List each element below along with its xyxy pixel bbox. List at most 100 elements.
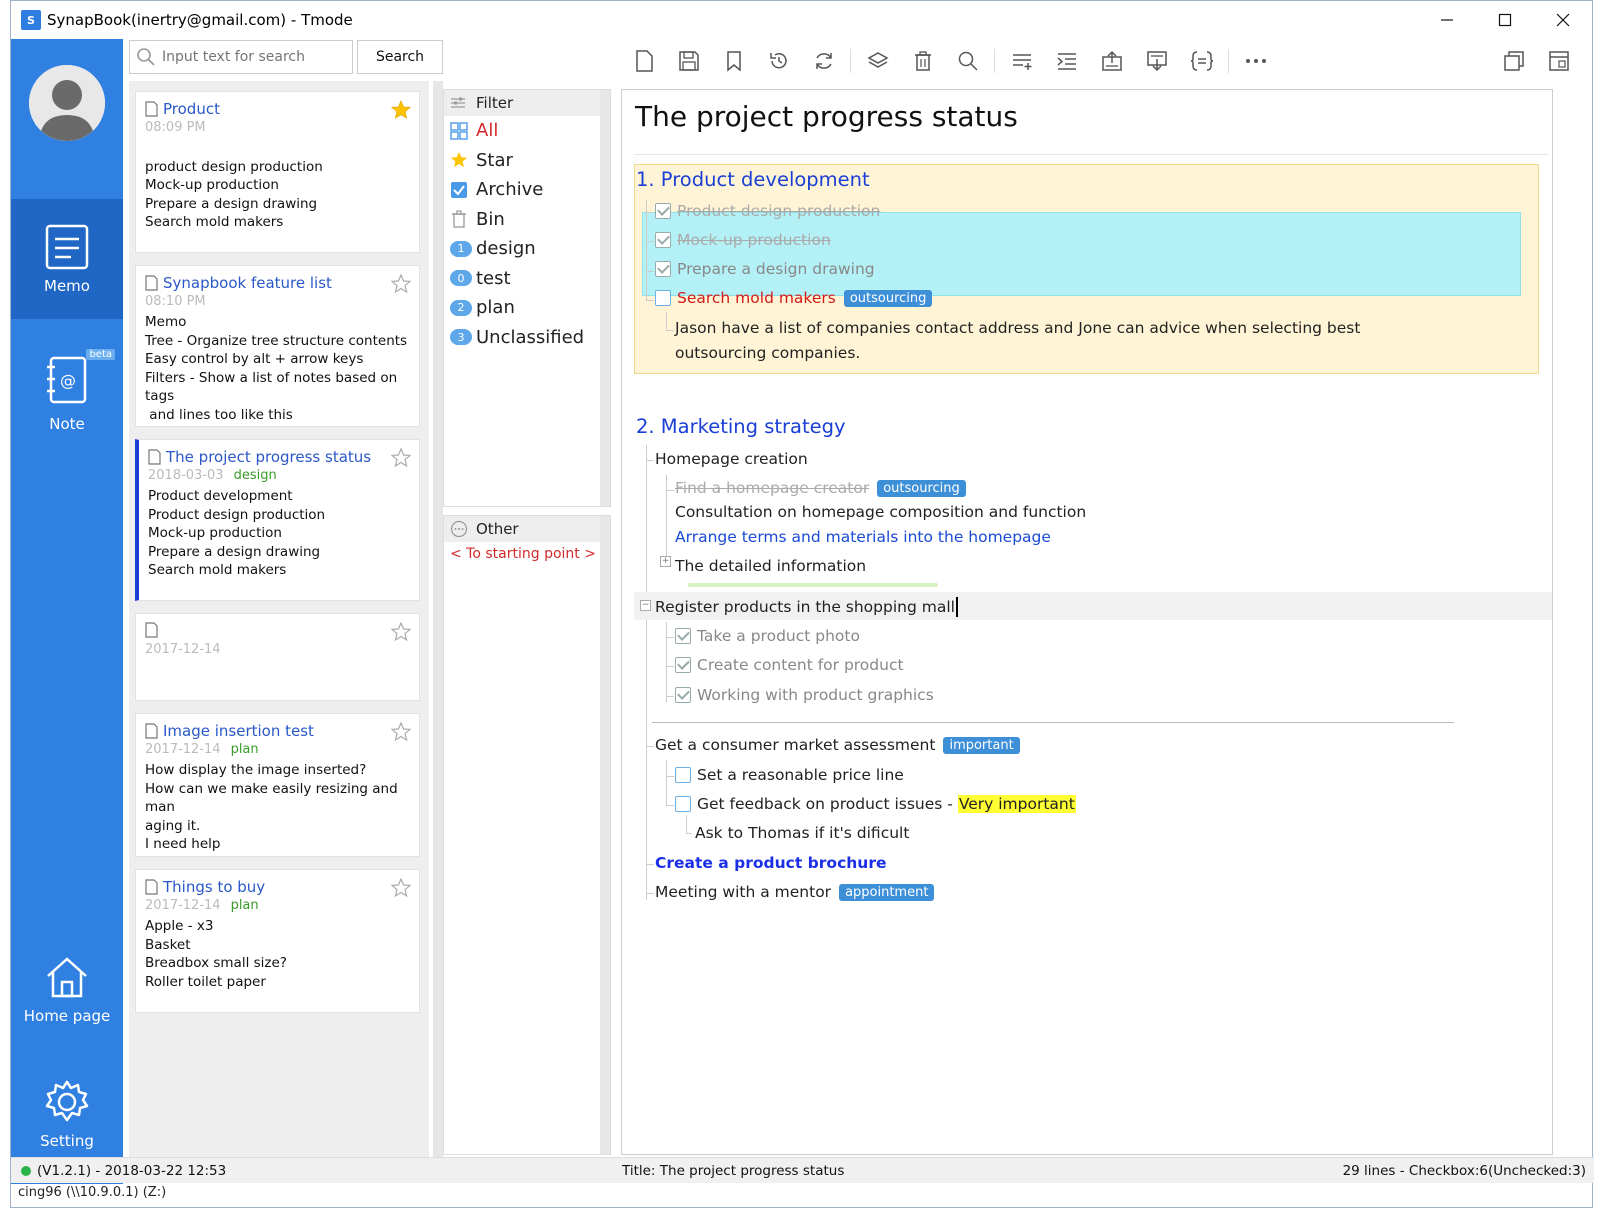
bookmark-button[interactable] xyxy=(711,43,756,79)
checkbox-unchecked[interactable] xyxy=(655,290,671,306)
editor-pane[interactable]: The project progress status 1. Product d… xyxy=(621,89,1553,1155)
checklist-item[interactable]: Take a product photo xyxy=(675,627,860,645)
list-item[interactable]: Create a product brochure xyxy=(655,854,886,872)
section-heading[interactable]: 2. Marketing strategy xyxy=(636,415,846,438)
checkbox-checked[interactable] xyxy=(655,232,671,248)
tree-line xyxy=(686,815,687,833)
starting-point-link[interactable]: < To starting point > xyxy=(444,542,610,566)
note-line[interactable]: outsourcing companies. xyxy=(675,344,860,362)
filter-tag-design[interactable]: 1 design xyxy=(444,234,610,264)
tree-line xyxy=(646,200,647,300)
memo-meta: 08:10 PM xyxy=(145,294,410,309)
close-button[interactable] xyxy=(1534,1,1592,39)
checklist-item[interactable]: Working with product graphics xyxy=(675,686,934,704)
code-block-button[interactable] xyxy=(1179,43,1224,79)
indent-button[interactable] xyxy=(1044,43,1089,79)
checklist-item[interactable]: Create content for product xyxy=(675,656,904,674)
checklist-item[interactable]: Search mold makers outsourcing xyxy=(655,289,933,307)
star-outline-icon[interactable] xyxy=(391,878,411,898)
nav-memo[interactable]: Memo xyxy=(11,199,123,319)
tag-badge[interactable]: appointment xyxy=(839,883,935,901)
checkbox-checked[interactable] xyxy=(675,657,691,673)
maximize-button[interactable] xyxy=(1476,1,1534,39)
list-item[interactable]: Find a homepage creator outsourcing xyxy=(675,479,966,497)
checkbox-checked[interactable] xyxy=(675,628,691,644)
duplicate-window-button[interactable] xyxy=(1491,43,1536,79)
memo-preview: How display the image inserted? How can … xyxy=(145,761,410,854)
memo-title-row: Things to buy xyxy=(145,878,410,896)
delete-button[interactable] xyxy=(900,43,945,79)
list-item[interactable]: Consultation on homepage composition and… xyxy=(675,503,1086,521)
filter-bin[interactable]: Bin xyxy=(444,205,610,235)
nav-home[interactable]: Home page xyxy=(11,939,123,1039)
note-line[interactable]: Jason have a list of companies contact a… xyxy=(675,319,1360,337)
checkbox-checked[interactable] xyxy=(675,687,691,703)
list-item[interactable]: Ask to Thomas if it's dificult xyxy=(695,824,909,842)
minimize-button[interactable] xyxy=(1418,1,1476,39)
list-item[interactable]: Homepage creation xyxy=(655,450,808,468)
tag-badge[interactable]: outsourcing xyxy=(843,289,933,307)
checkbox-unchecked[interactable] xyxy=(675,796,691,812)
memo-card[interactable]: Product 08:09 PM product design producti… xyxy=(135,91,420,253)
avatar[interactable] xyxy=(29,65,105,141)
memo-card[interactable]: Synapbook feature list 08:10 PM Memo Tre… xyxy=(135,265,420,427)
checklist-item[interactable]: Prepare a design drawing xyxy=(655,260,875,278)
section-heading[interactable]: 1. Product development xyxy=(636,168,870,191)
search-input[interactable] xyxy=(162,49,342,65)
filter-tag-unclassified[interactable]: 3 Unclassified xyxy=(444,323,610,353)
nav-setting[interactable]: Setting xyxy=(11,1064,123,1164)
checklist-item[interactable]: Set a reasonable price line xyxy=(675,766,904,784)
checklist-item[interactable]: Mock-up production xyxy=(655,231,831,249)
sync-button[interactable] xyxy=(801,43,846,79)
layers-button[interactable] xyxy=(855,43,900,79)
memo-title: Things to buy xyxy=(163,878,266,896)
new-document-button[interactable] xyxy=(621,43,666,79)
star-outline-icon[interactable] xyxy=(391,722,411,742)
filter-tag-plan[interactable]: 2 plan xyxy=(444,293,610,323)
add-line-button[interactable] xyxy=(999,43,1044,79)
history-button[interactable] xyxy=(756,43,801,79)
filter-all[interactable]: All xyxy=(444,116,610,146)
move-up-button[interactable] xyxy=(1089,43,1134,79)
filter-tag-test[interactable]: 0 test xyxy=(444,264,610,294)
move-down-button[interactable] xyxy=(1134,43,1179,79)
list-item[interactable]: Get a consumer market assessment importa… xyxy=(655,736,1020,754)
save-button[interactable] xyxy=(666,43,711,79)
memo-card-active[interactable]: The project progress status 2018-03-03 de… xyxy=(135,439,420,601)
expand-toggle-icon[interactable]: + xyxy=(660,556,671,567)
find-button[interactable] xyxy=(945,43,990,79)
list-item[interactable]: Arrange terms and materials into the hom… xyxy=(675,528,1051,546)
document-title[interactable]: The project progress status xyxy=(635,100,1018,133)
checkbox-checked[interactable] xyxy=(655,203,671,219)
memo-card[interactable]: Image insertion test 2017-12-14 plan How … xyxy=(135,713,420,857)
checkbox-unchecked[interactable] xyxy=(675,767,691,783)
filter-scrollbar[interactable] xyxy=(600,90,610,506)
list-item[interactable]: The detailed information xyxy=(675,557,866,575)
memo-card[interactable]: 2017-12-14 xyxy=(135,613,420,701)
search-button[interactable]: Search xyxy=(357,40,443,74)
memo-list-scrollbar[interactable] xyxy=(433,81,443,1161)
memo-tag: design xyxy=(233,468,277,483)
filter-star[interactable]: Star xyxy=(444,146,610,176)
nav-note[interactable]: @ beta Note xyxy=(11,339,123,449)
tag-badge[interactable]: important xyxy=(943,736,1020,754)
checkbox-checked[interactable] xyxy=(655,261,671,277)
star-outline-icon[interactable] xyxy=(391,448,411,468)
collapse-toggle-icon[interactable]: − xyxy=(640,600,651,611)
checklist-item[interactable]: Get feedback on product issues - Very im… xyxy=(675,795,1076,813)
memo-card[interactable]: Things to buy 2017-12-14 plan Apple - x3 … xyxy=(135,869,420,1013)
panel-layout-button[interactable] xyxy=(1536,43,1581,79)
list-item-current[interactable]: Register products in the shopping mall xyxy=(655,597,958,617)
checklist-item[interactable]: Product design production xyxy=(655,202,880,220)
search-box xyxy=(129,40,353,74)
star-outline-icon[interactable] xyxy=(391,622,411,642)
document-icon xyxy=(148,449,161,465)
more-button[interactable] xyxy=(1233,43,1278,79)
list-item[interactable]: Meeting with a mentor appointment xyxy=(655,883,935,901)
star-outline-icon[interactable] xyxy=(391,274,411,294)
tag-badge[interactable]: outsourcing xyxy=(877,479,966,497)
other-scrollbar[interactable] xyxy=(600,516,610,1154)
filter-archive[interactable]: Archive xyxy=(444,175,610,205)
star-filled-icon[interactable] xyxy=(391,100,411,120)
braces-icon xyxy=(1190,51,1213,71)
